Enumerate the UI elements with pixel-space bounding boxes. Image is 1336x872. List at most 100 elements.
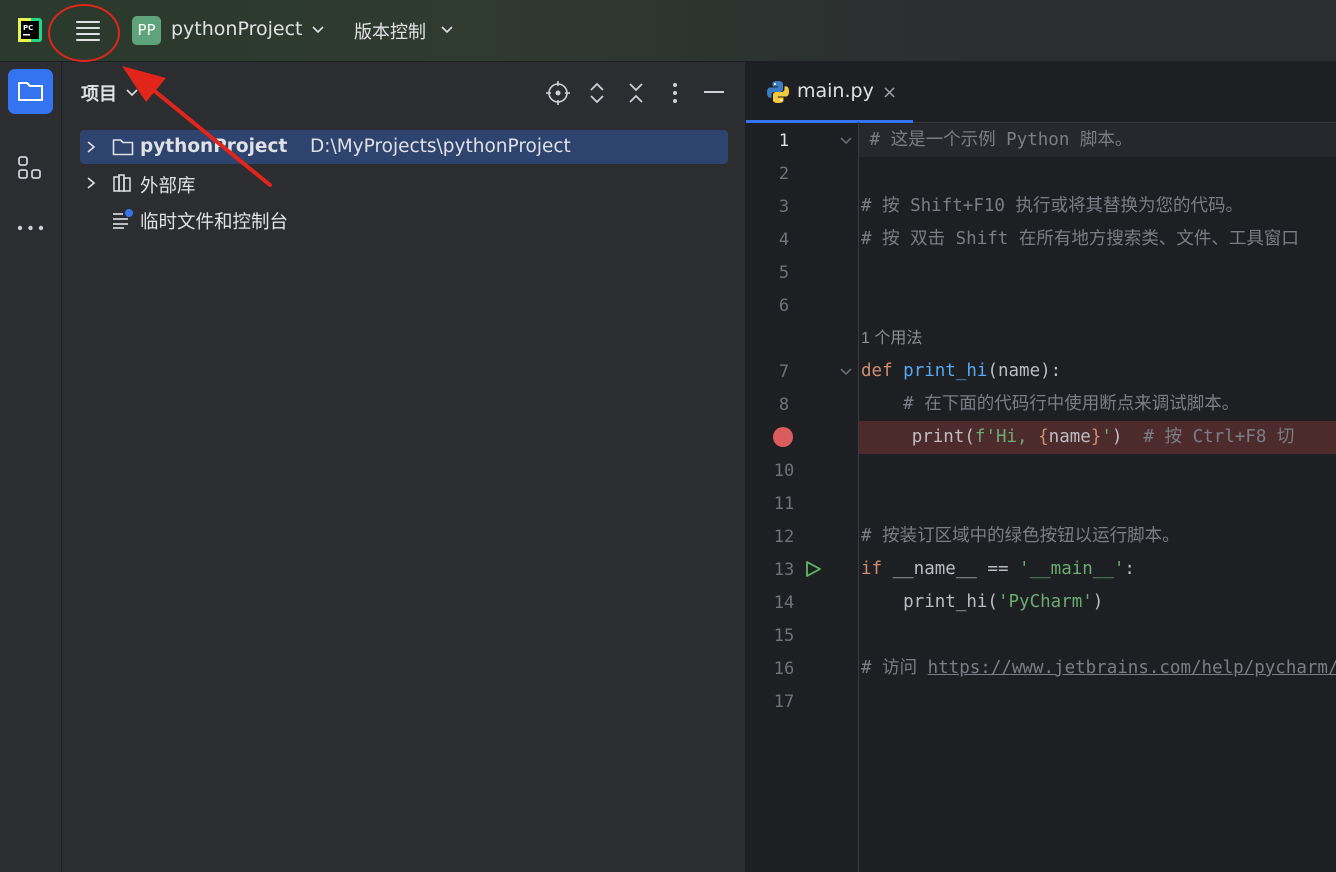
code-token: 1 个用法: [861, 330, 923, 347]
tree-item-project-root[interactable]: pythonProject D:\MyProjects\pythonProjec…: [80, 130, 728, 164]
code-token: print_hi: [903, 361, 988, 381]
tree-item-path: D:\MyProjects\pythonProject: [310, 136, 571, 157]
line-number[interactable]: 8: [766, 395, 802, 415]
code-line[interactable]: # 这是一个示例 Python 脚本。: [859, 124, 1336, 157]
code-line[interactable]: # 按装订区域中的绿色按钮以运行脚本。: [861, 520, 1180, 553]
line-number[interactable]: 11: [766, 494, 802, 514]
tree-item-scratches[interactable]: 临时文件和控制台: [80, 202, 728, 236]
code-line[interactable]: # 访问 https://www.jetbrains.com/help/pych…: [861, 652, 1336, 685]
svg-text:PC: PC: [23, 24, 33, 32]
line-number[interactable]: 14: [766, 593, 802, 613]
code-token: print_hi(: [861, 592, 998, 612]
fold-chevron-icon[interactable]: [840, 368, 852, 376]
project-badge[interactable]: PP: [132, 16, 161, 45]
code-token: '__main__': [1019, 559, 1125, 579]
code-token: if: [861, 559, 893, 579]
line-number[interactable]: 7: [766, 362, 802, 382]
code-token: # 访问: [861, 658, 928, 678]
locate-icon[interactable]: [546, 81, 570, 105]
editor-tab-bar: main.py ×: [746, 62, 1336, 123]
main-menu-button[interactable]: [73, 16, 103, 44]
library-icon: [113, 174, 131, 192]
line-number[interactable]: 5: [766, 263, 802, 283]
code-token: name: [1048, 427, 1091, 447]
code-token: ): [1111, 427, 1144, 447]
code-token: __name__ ==: [892, 559, 1020, 579]
fold-chevron-icon[interactable]: [840, 137, 852, 145]
code-token: (name):: [987, 361, 1062, 381]
line-number[interactable]: 12: [766, 527, 802, 547]
code-area[interactable]: # 这是一个示例 Python 脚本。 # 按 Shift+F10 执行或将其替换…: [859, 122, 1336, 872]
code-token: def: [861, 361, 904, 381]
hamburger-menu-icon: [76, 21, 100, 23]
structure-tool-button[interactable]: [8, 146, 53, 191]
run-icon[interactable]: [804, 560, 822, 578]
chevron-right-icon[interactable]: [86, 141, 96, 153]
more-icon: [17, 225, 44, 231]
code-line[interactable]: # 按 Shift+F10 执行或将其替换为您的代码。: [861, 190, 1243, 223]
project-switcher[interactable]: pythonProject: [171, 18, 302, 40]
code-line[interactable]: print_hi('PyCharm'): [861, 586, 1103, 619]
code-token: print(: [869, 427, 975, 447]
code-line[interactable]: # 在下面的代码行中使用断点来调试脚本。: [861, 388, 1239, 421]
code-token: # 按 Shift+F10 执行或将其替换为您的代码。: [861, 196, 1243, 216]
folder-icon: [18, 82, 43, 101]
editor: main.py × 1 2 3 4 5 6 7 8 10 11 12 13 14 15 16 17 # 这是一…: [746, 62, 1336, 872]
python-file-icon: [767, 81, 789, 103]
options-icon[interactable]: [670, 81, 680, 105]
line-number[interactable]: 17: [766, 692, 802, 712]
code-line[interactable]: print(f'Hi, {name}') # 按 Ctrl+F8 切: [859, 421, 1336, 454]
breakpoint-icon[interactable]: [773, 427, 793, 447]
title-bar: PC PP pythonProject 版本控制: [0, 0, 1336, 62]
line-number[interactable]: 16: [766, 659, 802, 679]
close-icon[interactable]: ×: [882, 82, 897, 103]
pycharm-logo-icon[interactable]: PC: [18, 18, 42, 42]
code-line[interactable]: def print_hi(name):: [861, 355, 1061, 388]
project-tool-button[interactable]: [8, 69, 53, 114]
tool-window-strip: [0, 62, 62, 872]
code-token: ': [1101, 427, 1112, 447]
collapse-all-icon[interactable]: [627, 81, 645, 105]
line-number[interactable]: 2: [766, 164, 802, 184]
code-token: }: [1090, 427, 1102, 447]
code-token: # 按装订区域中的绿色按钮以运行脚本。: [861, 526, 1180, 546]
line-number[interactable]: 1: [766, 131, 802, 151]
tree-item-external-libraries[interactable]: 外部库: [80, 166, 728, 200]
line-number[interactable]: 6: [766, 296, 802, 316]
code-token: # 这是一个示例 Python 脚本。: [869, 130, 1133, 150]
chevron-down-icon[interactable]: [441, 26, 453, 34]
code-token: :: [1124, 559, 1135, 579]
line-number[interactable]: 4: [766, 230, 802, 250]
expand-all-icon[interactable]: [588, 81, 606, 105]
tree-item-label: 外部库: [140, 176, 196, 197]
code-line[interactable]: # 按 双击 Shift 在所有地方搜索类、文件、工具窗口: [861, 223, 1299, 256]
line-number[interactable]: 3: [766, 197, 802, 217]
code-line[interactable]: if __name__ == '__main__':: [861, 553, 1135, 586]
usage-hint: 1 个用法: [861, 322, 922, 355]
project-panel: 项目 pythonProject D:\MyProjects\pythonPro…: [62, 62, 746, 872]
chevron-right-icon[interactable]: [86, 177, 96, 189]
line-number[interactable]: 15: [766, 626, 802, 646]
code-token: # 按 双击 Shift 在所有地方搜索类、文件、工具窗口: [861, 229, 1299, 249]
structure-icon: [18, 156, 41, 179]
code-token: 'PyCharm': [997, 592, 1093, 612]
chevron-down-icon[interactable]: [312, 26, 324, 34]
code-token: ): [1092, 592, 1104, 612]
tab-label: main.py: [797, 80, 874, 102]
help-link[interactable]: https://www.jetbrains.com/help/pycharm/: [928, 658, 1336, 678]
panel-title[interactable]: 项目: [81, 80, 117, 106]
line-number[interactable]: 10: [766, 461, 802, 481]
folder-icon: [112, 139, 134, 156]
editor-gutter[interactable]: 1 2 3 4 5 6 7 8 10 11 12 13 14 15 16 17: [746, 122, 859, 872]
tab-main-py[interactable]: main.py ×: [746, 62, 916, 123]
chevron-down-icon[interactable]: [126, 89, 138, 97]
tree-item-label: pythonProject: [140, 136, 288, 157]
code-token: # 按 Ctrl+F8 切: [1143, 427, 1295, 447]
code-token: {: [1038, 427, 1049, 447]
more-tools-button[interactable]: [8, 206, 53, 251]
code-token: f'Hi,: [974, 427, 1039, 447]
code-token: # 在下面的代码行中使用断点来调试脚本。: [861, 394, 1240, 414]
line-number[interactable]: 13: [766, 560, 802, 580]
minimize-icon[interactable]: [704, 90, 724, 94]
vcs-menu[interactable]: 版本控制: [354, 18, 426, 44]
